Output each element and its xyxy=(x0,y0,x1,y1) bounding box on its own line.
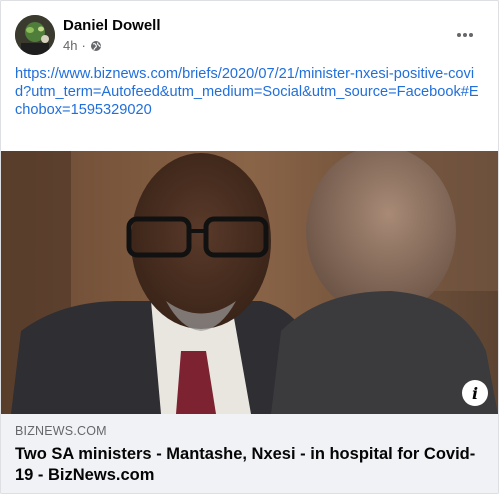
author-name[interactable]: Daniel Dowell xyxy=(63,17,161,34)
post-time[interactable]: 4h xyxy=(63,38,77,53)
link-preview[interactable]: BIZNEWS.COM Two SA ministers - Mantashe,… xyxy=(1,414,498,493)
info-icon[interactable]: i xyxy=(462,380,488,406)
post-meta: 4h · xyxy=(63,38,102,53)
more-options-icon[interactable] xyxy=(451,21,479,49)
article-photo[interactable]: i xyxy=(1,151,498,414)
post-link[interactable]: https://www.biznews.com/briefs/2020/07/2… xyxy=(15,65,485,119)
avatar[interactable] xyxy=(15,15,55,55)
preview-domain: BIZNEWS.COM xyxy=(15,424,107,438)
post-header: Daniel Dowell 4h · xyxy=(15,15,485,59)
preview-headline[interactable]: Two SA ministers - Mantashe, Nxesi - in … xyxy=(15,444,485,486)
globe-icon[interactable] xyxy=(90,40,102,52)
meta-separator: · xyxy=(81,38,86,53)
post-card: Daniel Dowell 4h · https://www.biznews.c… xyxy=(0,0,499,494)
